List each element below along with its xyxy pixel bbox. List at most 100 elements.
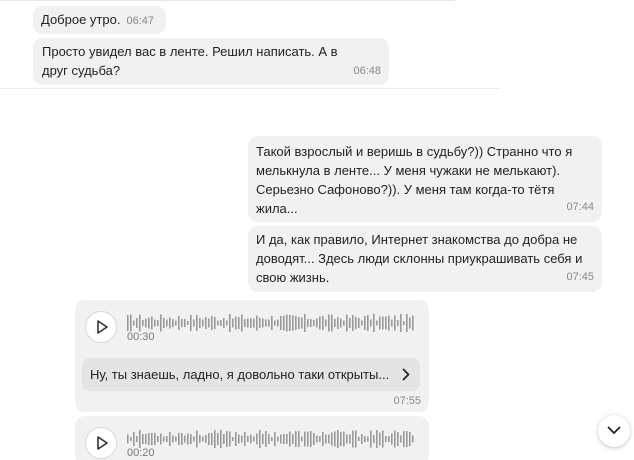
waveform-bar <box>136 318 138 328</box>
waveform-bar <box>208 433 210 445</box>
waveform-bar <box>238 317 240 329</box>
waveform-bar <box>184 319 186 327</box>
message-bubble-outgoing[interactable]: И да, как правило, Интернет знакомства д… <box>248 226 602 292</box>
waveform-bar <box>364 436 366 442</box>
waveform-bar <box>235 432 237 446</box>
message-time: 07:45 <box>566 271 594 283</box>
waveform-bar <box>352 315 354 331</box>
voice-message: 00:30 Ну, ты знаешь, ладно, я довольно т… <box>75 300 429 412</box>
message-bubble-incoming[interactable]: Просто увидел вас в ленте. Решил написат… <box>33 38 389 85</box>
waveform-bar <box>379 316 381 330</box>
waveform-bar <box>130 314 132 332</box>
waveform-bar <box>313 433 315 445</box>
waveform-bar <box>406 431 408 447</box>
waveform-bar <box>232 437 234 441</box>
waveform-bar <box>142 320 144 326</box>
waveform-bar <box>229 431 231 447</box>
waveform-bar <box>343 320 345 326</box>
waveform-bar <box>232 318 234 328</box>
waveform-bar <box>244 319 246 327</box>
waveform-bar <box>154 433 156 445</box>
waveform-bar <box>271 437 273 441</box>
waveform-bar <box>196 315 198 331</box>
waveform-bar <box>175 320 177 326</box>
waveform-bar <box>223 434 225 444</box>
waveform-bar <box>196 430 198 448</box>
waveform-bar <box>388 436 390 442</box>
waveform-bar <box>409 432 411 446</box>
waveform-bar <box>313 320 315 326</box>
waveform-bar <box>295 431 297 447</box>
waveform-bar <box>298 431 300 447</box>
waveform-bar <box>250 318 252 328</box>
waveform-bar <box>133 320 135 326</box>
waveform-bar <box>241 314 243 332</box>
waveform-bar <box>319 436 321 442</box>
top-divider <box>0 0 455 1</box>
waveform-bar <box>178 433 180 445</box>
waveform-bar <box>256 315 258 331</box>
waveform-bar <box>316 318 318 328</box>
waveform-bar <box>283 434 285 444</box>
play-button[interactable] <box>85 427 117 459</box>
waveform-bar <box>397 432 399 446</box>
waveform-bar <box>148 317 150 329</box>
waveform-bar <box>247 318 249 328</box>
waveform-bar <box>331 314 333 332</box>
waveform-bar <box>376 320 378 326</box>
waveform-bar <box>154 319 156 327</box>
waveform-bar <box>256 433 258 445</box>
waveform-bar <box>160 314 162 332</box>
chevron-right-icon <box>402 368 410 381</box>
waveform-bar <box>412 315 414 331</box>
waveform-bar <box>352 430 354 448</box>
message-bubble-incoming[interactable]: Доброе утро. 06:47 <box>33 6 166 34</box>
waveform-bar <box>127 434 129 444</box>
waveform-bar <box>301 317 303 329</box>
waveform-bar <box>220 320 222 326</box>
waveform-bar <box>370 430 372 448</box>
waveform-bar <box>289 431 291 447</box>
waveform-bar <box>373 314 375 332</box>
waveform-bar <box>259 318 261 328</box>
message-time: 06:47 <box>126 15 154 27</box>
waveform-bar <box>169 317 171 329</box>
waveform-bar <box>202 319 204 327</box>
voice-waveform[interactable] <box>127 312 417 334</box>
voice-duration: 00:30 <box>127 331 155 343</box>
waveform-bar <box>355 317 357 329</box>
waveform-bar <box>349 434 351 444</box>
waveform-bar <box>199 318 201 328</box>
waveform-bar <box>337 317 339 329</box>
waveform-bar <box>361 320 363 326</box>
waveform-bar <box>166 319 168 327</box>
waveform-bar <box>316 435 318 443</box>
voice-transcript-button[interactable]: Ну, ты знаешь, ладно, я довольно таки от… <box>82 358 420 391</box>
waveform-bar <box>334 319 336 327</box>
waveform-bar <box>202 436 204 442</box>
voice-waveform[interactable] <box>127 428 417 450</box>
waveform-bar <box>193 319 195 327</box>
waveform-bar <box>283 315 285 331</box>
waveform-bar <box>214 317 216 329</box>
play-button[interactable] <box>85 311 117 343</box>
scroll-down-button[interactable] <box>598 415 630 447</box>
waveform-bar <box>268 434 270 444</box>
waveform-bar <box>199 435 201 443</box>
waveform-bar <box>190 315 192 331</box>
waveform-bar <box>394 315 396 331</box>
waveform-bar <box>181 433 183 445</box>
message-time: 07:44 <box>566 201 594 213</box>
waveform-bar <box>346 314 348 332</box>
waveform-bar <box>403 321 405 325</box>
waveform-bar <box>406 314 408 332</box>
waveform-bar <box>367 315 369 331</box>
waveform-bar <box>193 436 195 442</box>
waveform-bar <box>310 431 312 447</box>
waveform-bar <box>400 435 402 443</box>
message-bubble-outgoing[interactable]: Такой взрослый и веришь в судьбу?)) Стра… <box>248 136 602 222</box>
waveform-bar <box>304 431 306 447</box>
waveform-bar <box>292 315 294 331</box>
waveform-bar <box>187 321 189 325</box>
waveform-bar <box>364 316 366 330</box>
